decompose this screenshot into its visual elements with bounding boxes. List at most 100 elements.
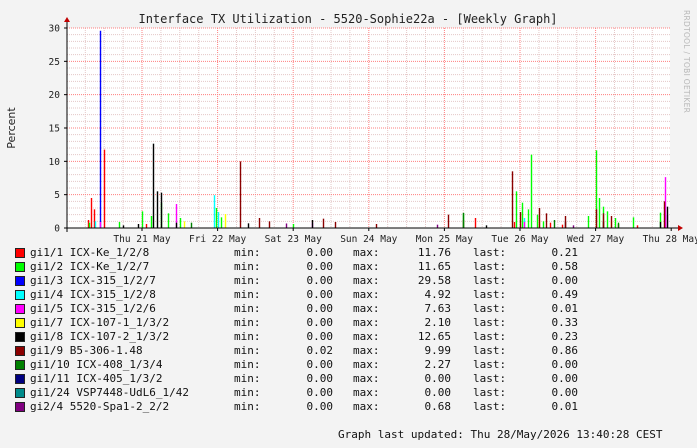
y-tick-label: 20	[49, 90, 61, 101]
legend-max-label: max:	[353, 274, 380, 287]
legend-min-value: 0.00	[306, 372, 334, 385]
legend-swatch	[15, 346, 25, 356]
legend-max-value: 0.00	[424, 386, 452, 399]
legend-swatch	[15, 360, 25, 370]
legend-last-label: last:	[473, 246, 507, 259]
legend-max-value: 2.10	[424, 316, 452, 329]
legend-max-label: max:	[353, 386, 380, 399]
legend-last-label: last:	[473, 386, 507, 399]
x-tick-label: Thu 21 May	[113, 234, 170, 245]
legend-series-name: gi1/1 ICX-Ke_1/2/8	[30, 246, 150, 259]
legend-last-label: last:	[473, 288, 507, 301]
legend-last-label: last:	[473, 372, 507, 385]
legend-min-label: min:	[234, 274, 261, 287]
legend-series-name: gi1/5 ICX-315_1/2/6	[30, 302, 156, 315]
legend-min-value: 0.00	[306, 274, 334, 287]
legend-min-value: 0.00	[306, 358, 334, 371]
x-tick-label: Sat 23 May	[265, 234, 322, 245]
legend-last-value: 0.00	[551, 372, 579, 385]
graph-image: Interface TX Utilization - 5520-Sophie22…	[0, 0, 697, 448]
legend-last-value: 0.00	[551, 358, 579, 371]
x-tick-label: Mon 25 May	[416, 234, 473, 245]
legend-swatch	[15, 332, 25, 342]
legend-min-value: 0.00	[306, 246, 334, 259]
legend-min-value: 0.00	[306, 330, 334, 343]
legend-swatch	[15, 262, 25, 272]
legend-last-value: 0.01	[551, 400, 579, 413]
legend-last-label: last:	[473, 330, 507, 343]
last-updated-footer: Graph last updated: Thu 28/May/2026 13:4…	[338, 428, 663, 441]
legend-min-label: min:	[234, 288, 261, 301]
chart-title: Interface TX Utilization - 5520-Sophie22…	[138, 12, 557, 26]
legend-last-value: 0.23	[551, 330, 579, 343]
x-axis-arrow	[678, 225, 683, 231]
legend-swatch	[15, 374, 25, 384]
legend-max-value: 29.58	[417, 274, 451, 287]
legend-series-name: gi1/11 ICX-405_1/3/2	[30, 372, 163, 385]
legend-last-value: 0.33	[551, 316, 579, 329]
legend-max-label: max:	[353, 288, 380, 301]
legend-series-name: gi1/9 B5-306-1.48	[30, 344, 143, 357]
legend-swatch	[15, 248, 25, 258]
legend-last-label: last:	[473, 344, 507, 357]
legend-max-value: 7.63	[424, 302, 452, 315]
legend-last-value: 0.00	[551, 274, 579, 287]
legend-last-value: 0.21	[551, 246, 579, 259]
y-tick-label: 5	[54, 190, 60, 201]
legend-min-value: 0.00	[306, 288, 334, 301]
legend-swatch	[15, 276, 25, 286]
x-tick-label: Thu 28 May	[643, 234, 697, 245]
legend-min-value: 0.00	[306, 302, 334, 315]
legend-last-value: 0.49	[551, 288, 579, 301]
legend-min-label: min:	[234, 330, 261, 343]
legend-min-label: min:	[234, 386, 261, 399]
legend-min-label: min:	[234, 302, 261, 315]
legend-max-value: 0.00	[424, 372, 452, 385]
legend-max-label: max:	[353, 330, 380, 343]
legend-min-label: min:	[234, 358, 261, 371]
legend-series-name: gi1/24 VSP7448-UdL6_1/42	[30, 386, 189, 399]
legend-max-label: max:	[353, 302, 380, 315]
legend-last-value: 0.00	[551, 386, 579, 399]
y-tick-label: 0	[54, 224, 60, 235]
y-tick-label: 10	[49, 157, 61, 168]
legend-max-label: max:	[353, 400, 380, 413]
legend-series-name: gi1/8 ICX-107-2_1/3/2	[30, 330, 170, 343]
legend-series-name: gi1/2 ICX-Ke_1/2/7	[30, 260, 150, 273]
x-tick-label: Tue 26 May	[491, 234, 548, 245]
legend-min-value: 0.00	[306, 400, 334, 413]
legend-swatch	[15, 318, 25, 328]
legend-last-label: last:	[473, 400, 507, 413]
legend-max-value: 0.68	[424, 400, 452, 413]
legend-min-value: 0.00	[306, 260, 334, 273]
legend-swatch	[15, 290, 25, 300]
legend-min-value: 0.00	[306, 386, 334, 399]
legend-min-value: 0.00	[306, 316, 334, 329]
legend-series-name: gi2/4 5520-Spa1-2_2/2	[30, 400, 170, 413]
legend-last-label: last:	[473, 302, 507, 315]
legend-last-label: last:	[473, 260, 507, 273]
legend-last-value: 0.01	[551, 302, 579, 315]
legend-last-value: 0.86	[551, 344, 579, 357]
legend-series-name: gi1/7 ICX-107-1_1/3/2	[30, 316, 170, 329]
y-axis-label: Percent	[5, 107, 18, 149]
rrdtool-watermark: RRDTOOL / TOBI OETIKER	[682, 10, 691, 113]
legend-max-value: 2.27	[424, 358, 452, 371]
legend-min-label: min:	[234, 372, 261, 385]
legend-last-label: last:	[473, 274, 507, 287]
x-tick-label: Fri 22 May	[189, 234, 246, 245]
x-tick-label: Sun 24 May	[340, 234, 397, 245]
legend-swatch	[15, 388, 25, 398]
legend-series-name: gi1/10 ICX-408_1/3/4	[30, 358, 163, 371]
x-tick-label: Wed 27 May	[567, 234, 624, 245]
legend-max-value: 11.65	[417, 260, 451, 273]
y-axis-arrow	[64, 17, 70, 22]
legend-min-value: 0.02	[306, 344, 334, 357]
legend-last-label: last:	[473, 358, 507, 371]
legend-max-label: max:	[353, 344, 380, 357]
legend-min-label: min:	[234, 246, 261, 259]
legend-max-label: max:	[353, 316, 380, 329]
legend-min-label: min:	[234, 260, 261, 273]
legend-last-value: 0.58	[551, 260, 579, 273]
legend-max-value: 4.92	[424, 288, 452, 301]
